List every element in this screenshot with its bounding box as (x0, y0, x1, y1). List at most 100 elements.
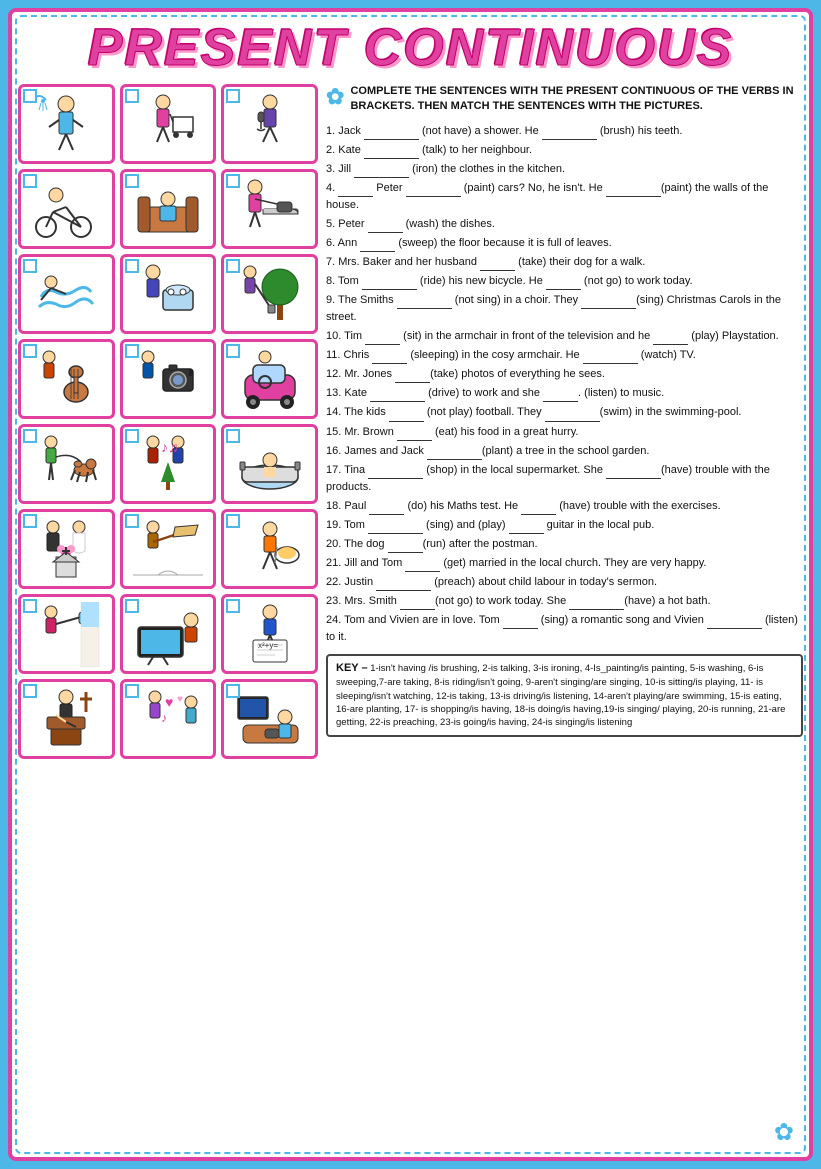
blank-10-1[interactable] (365, 344, 400, 345)
checkbox-20[interactable] (125, 599, 139, 613)
blank-15[interactable] (397, 440, 432, 441)
blank-24-1[interactable] (503, 628, 538, 629)
checkbox-15[interactable] (226, 429, 240, 443)
checkbox-1[interactable] (23, 89, 37, 103)
checkbox-6[interactable] (226, 174, 240, 188)
blank-19-2[interactable] (509, 533, 544, 534)
blank-17-1[interactable] (368, 478, 423, 479)
svg-text:x²+y=: x²+y= (258, 641, 278, 650)
checkbox-16[interactable] (23, 514, 37, 528)
instruction-text: Complete the sentences with the present … (350, 84, 803, 115)
image-cell-4 (18, 169, 115, 249)
blank-14-2[interactable] (545, 421, 600, 422)
image-cell-5 (120, 169, 217, 249)
sentence-6: 6. Ann (sweep) the floor because it is f… (326, 235, 803, 252)
blank-14-1[interactable] (389, 421, 424, 422)
flower-decoration-bottom: ✿ (774, 1118, 794, 1147)
blank-8-2[interactable] (546, 289, 581, 290)
blank-17-2[interactable] (606, 478, 661, 479)
blank-9-2[interactable] (581, 308, 636, 309)
checkbox-24[interactable] (226, 684, 240, 698)
blank-9-1[interactable] (397, 308, 452, 309)
blank-19-1[interactable] (368, 533, 423, 534)
image-cell-16 (18, 509, 115, 589)
sentence-15: 15. Mr. Brown (eat) his food in a great … (326, 424, 803, 441)
blank-4-1[interactable] (338, 196, 373, 197)
blank-4-2[interactable] (406, 196, 461, 197)
checkbox-10[interactable] (23, 344, 37, 358)
checkbox-8[interactable] (125, 259, 139, 273)
image-cell-18 (221, 509, 318, 589)
sentence-5: 5. Peter (wash) the dishes. (326, 216, 803, 233)
sentence-23: 23. Mrs. Smith (not go) to work today. S… (326, 593, 803, 610)
checkbox-7[interactable] (23, 259, 37, 273)
key-box: KEY – 1-isn't having /is brushing, 2-is … (326, 654, 803, 737)
sentences-area: 1. Jack (not have) a shower. He (brush) … (326, 123, 803, 737)
checkbox-17[interactable] (125, 514, 139, 528)
blank-2[interactable] (364, 158, 419, 159)
image-cell-21: x²+y= (221, 594, 318, 674)
checkbox-12[interactable] (226, 344, 240, 358)
image-cell-9 (221, 254, 318, 334)
checkbox-4[interactable] (23, 174, 37, 188)
blank-10-2[interactable] (653, 344, 688, 345)
image-cell-11 (120, 339, 217, 419)
checkbox-21[interactable] (226, 599, 240, 613)
sentence-17: 17. Tina (shop) in the local supermarket… (326, 462, 803, 496)
image-grid: ♪♫ (18, 84, 318, 759)
image-cell-3 (221, 84, 318, 164)
blank-20[interactable] (388, 552, 423, 553)
sentence-10: 10. Tim (sit) in the armchair in front o… (326, 328, 803, 345)
worksheet-container: PRESENT CONTINUOUS (8, 8, 813, 1161)
blank-11-1[interactable] (372, 363, 407, 364)
image-cell-1 (18, 84, 115, 164)
image-cell-12 (221, 339, 318, 419)
sentence-12: 12. Mr. Jones (take) photos of everythin… (326, 366, 803, 383)
key-label: KEY – (336, 662, 368, 674)
checkbox-2[interactable] (125, 89, 139, 103)
blank-11-2[interactable] (583, 363, 638, 364)
checkbox-11[interactable] (125, 344, 139, 358)
right-panel: ✿ Complete the sentences with the presen… (326, 84, 803, 759)
checkbox-5[interactable] (125, 174, 139, 188)
blank-16[interactable] (427, 459, 482, 460)
blank-18-1[interactable] (369, 514, 404, 515)
blank-13-1[interactable] (370, 401, 425, 402)
blank-6[interactable] (360, 251, 395, 252)
image-cell-17 (120, 509, 217, 589)
blank-22[interactable] (376, 590, 431, 591)
sentence-24: 24. Tom and Vivien are in love. Tom (sin… (326, 612, 803, 646)
svg-text:♥: ♥ (165, 694, 173, 710)
blank-7[interactable] (480, 270, 515, 271)
blank-4-3[interactable] (606, 196, 661, 197)
blank-1-1[interactable] (364, 139, 419, 140)
blank-18-2[interactable] (521, 514, 556, 515)
blank-12[interactable] (395, 382, 430, 383)
checkbox-3[interactable] (226, 89, 240, 103)
sentence-22: 22. Justin (preach) about child labour i… (326, 574, 803, 591)
checkbox-22[interactable] (23, 684, 37, 698)
blank-3[interactable] (354, 177, 409, 178)
blank-1-2[interactable] (542, 139, 597, 140)
checkbox-18[interactable] (226, 514, 240, 528)
blank-21[interactable] (405, 571, 440, 572)
blank-13-2[interactable] (543, 401, 578, 402)
blank-23-2[interactable] (569, 609, 624, 610)
checkbox-14[interactable] (125, 429, 139, 443)
key-text: 1-isn't having /is brushing, 2-is talkin… (336, 663, 785, 728)
page-title: PRESENT CONTINUOUS (18, 18, 803, 78)
checkbox-19[interactable] (23, 599, 37, 613)
checkbox-13[interactable] (23, 429, 37, 443)
blank-8-1[interactable] (362, 289, 417, 290)
blank-5[interactable] (368, 232, 403, 233)
svg-text:♥: ♥ (177, 694, 183, 705)
blank-24-2[interactable] (707, 628, 762, 629)
image-cell-14: ♪♫ (120, 424, 217, 504)
image-cell-19 (18, 594, 115, 674)
checkbox-23[interactable] (125, 684, 139, 698)
image-cell-8 (120, 254, 217, 334)
svg-text:♪: ♪ (161, 711, 167, 725)
checkbox-9[interactable] (226, 259, 240, 273)
blank-23-1[interactable] (400, 609, 435, 610)
sentence-16: 16. James and Jack (plant) a tree in the… (326, 443, 803, 460)
